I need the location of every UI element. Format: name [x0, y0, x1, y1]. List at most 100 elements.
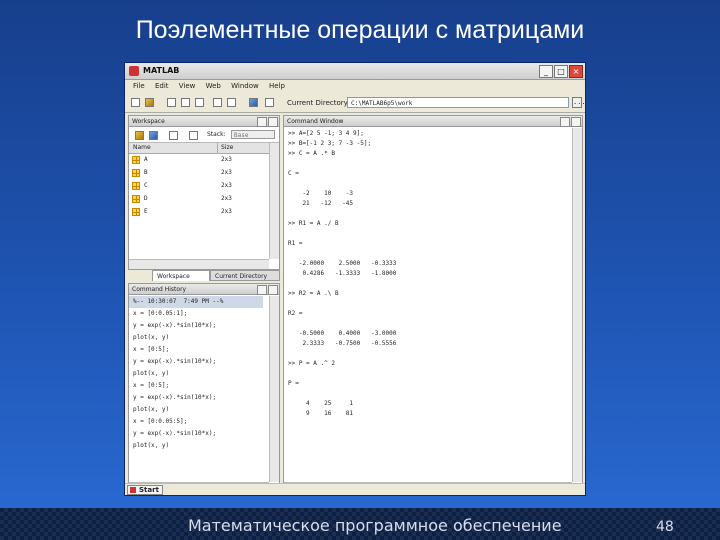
- command-window-scrollbar[interactable]: [572, 128, 582, 482]
- command-line[interactable]: P =: [288, 379, 299, 389]
- toolbar: Current Directory: C:\MATLAB6p5\work ...: [125, 94, 585, 113]
- menu-window[interactable]: Window: [231, 82, 259, 90]
- command-line[interactable]: 0.4286 -1.3333 -1.8000: [288, 269, 396, 279]
- tab-workspace[interactable]: Workspace: [152, 270, 210, 281]
- cut-icon[interactable]: [167, 98, 176, 107]
- command-line[interactable]: -2 10 -3: [288, 189, 353, 199]
- history-entry[interactable]: x = [0:0.05:1];: [133, 308, 187, 320]
- matrix-icon: [132, 156, 140, 164]
- name-column-header[interactable]: Name: [133, 143, 151, 153]
- tab-current-directory[interactable]: Current Directory: [210, 270, 280, 281]
- menu-web[interactable]: Web: [206, 82, 221, 90]
- history-entry[interactable]: plot(x, y): [133, 404, 169, 416]
- help-icon[interactable]: [265, 98, 274, 107]
- print-icon[interactable]: [169, 131, 178, 140]
- history-entry[interactable]: %-- 10:30:07 7:49 PM --%: [129, 296, 263, 308]
- panel-close-icon[interactable]: [268, 285, 278, 295]
- history-entry[interactable]: plot(x, y): [133, 332, 169, 344]
- stack-select[interactable]: Base: [231, 130, 275, 139]
- close-button[interactable]: ×: [569, 65, 583, 78]
- title-bar[interactable]: MATLAB _ □ ×: [125, 63, 585, 80]
- panel-close-icon[interactable]: [268, 117, 278, 127]
- undo-icon[interactable]: [213, 98, 222, 107]
- history-entry[interactable]: x = [0:5];: [133, 344, 169, 356]
- workspace-scrollbar[interactable]: [269, 143, 279, 259]
- copy-icon[interactable]: [181, 98, 190, 107]
- workspace-row[interactable]: B 2x3: [129, 167, 269, 179]
- command-line[interactable]: >> B=[-1 2 3; 7 -3 -5];: [288, 139, 371, 149]
- current-directory-field[interactable]: C:\MATLAB6p5\work: [347, 97, 569, 108]
- footer-text: Математическое программное обеспечение: [188, 516, 562, 535]
- command-line[interactable]: C =: [288, 169, 299, 179]
- command-line[interactable]: >> A=[2 5 -1; 3 4 9];: [288, 129, 364, 139]
- workspace-tabs: Workspace Current Directory: [128, 270, 280, 282]
- matlab-start-icon: [130, 487, 136, 493]
- new-file-icon[interactable]: [131, 98, 140, 107]
- command-line[interactable]: -0.5000 0.4000 -3.0000: [288, 329, 397, 339]
- matrix-icon: [132, 182, 140, 190]
- command-line[interactable]: >> R2 = A .\ B: [288, 289, 339, 299]
- redo-icon[interactable]: [227, 98, 236, 107]
- history-entry[interactable]: y = exp(-x).*sin(10*x);: [133, 428, 216, 440]
- matlab-logo-icon: [129, 66, 139, 76]
- command-line[interactable]: >> P = A .^ 2: [288, 359, 335, 369]
- workspace-hscrollbar[interactable]: [129, 259, 269, 269]
- matrix-icon: [132, 169, 140, 177]
- menu-edit[interactable]: Edit: [155, 82, 169, 90]
- command-line[interactable]: -2.0000 2.5000 -0.3333: [288, 259, 397, 269]
- variable-name: A: [144, 156, 148, 163]
- open-file-icon[interactable]: [145, 98, 154, 107]
- variable-name: D: [144, 195, 148, 202]
- menu-help[interactable]: Help: [269, 82, 285, 90]
- simulink-icon[interactable]: [249, 98, 258, 107]
- variable-size: 2x3: [221, 208, 232, 215]
- history-entry[interactable]: x = [0:5];: [133, 380, 169, 392]
- matrix-icon: [132, 208, 140, 216]
- command-line[interactable]: 9 16 81: [288, 409, 353, 419]
- save-icon[interactable]: [149, 131, 158, 140]
- stack-label: Stack:: [207, 131, 226, 138]
- command-line[interactable]: 21 -12 -45: [288, 199, 353, 209]
- menu-file[interactable]: File: [133, 82, 145, 90]
- history-entry[interactable]: y = exp(-x).*sin(10*x);: [133, 320, 216, 332]
- variable-size: 2x3: [221, 169, 232, 176]
- undock-icon[interactable]: [257, 117, 267, 127]
- menu-view[interactable]: View: [179, 82, 196, 90]
- workspace-row[interactable]: C 2x3: [129, 180, 269, 192]
- paste-icon[interactable]: [195, 98, 204, 107]
- maximize-button[interactable]: □: [554, 65, 568, 78]
- variable-size: 2x3: [221, 156, 232, 163]
- panel-close-icon[interactable]: [571, 117, 581, 127]
- undock-icon[interactable]: [560, 117, 570, 127]
- workspace-toolbar: Stack: Base: [129, 128, 279, 143]
- history-scrollbar[interactable]: [269, 296, 279, 482]
- command-line[interactable]: R2 =: [288, 309, 302, 319]
- open-var-icon[interactable]: [135, 131, 144, 140]
- status-bar: Start: [125, 483, 585, 495]
- command-line[interactable]: >> R1 = A ./ B: [288, 219, 339, 229]
- matlab-window: MATLAB _ □ × File Edit View Web Window H…: [124, 62, 586, 496]
- browse-directory-button[interactable]: ...: [572, 97, 585, 108]
- size-column-header[interactable]: Size: [217, 143, 233, 153]
- history-entry[interactable]: y = exp(-x).*sin(10*x);: [133, 392, 216, 404]
- current-directory-label: Current Directory:: [287, 99, 350, 107]
- command-line[interactable]: 4 25 1: [288, 399, 353, 409]
- history-entry[interactable]: plot(x, y): [133, 440, 169, 452]
- start-button[interactable]: Start: [127, 485, 163, 495]
- history-entry[interactable]: plot(x, y): [133, 368, 169, 380]
- workspace-panel: Workspace Stack: Base Name Size A 2x3 B …: [128, 115, 280, 270]
- variable-name: C: [144, 182, 148, 189]
- undock-icon[interactable]: [257, 285, 267, 295]
- slide-footer: Математическое программное обеспечение 4…: [0, 508, 720, 540]
- variable-size: 2x3: [221, 195, 232, 202]
- workspace-row[interactable]: E 2x3: [129, 206, 269, 218]
- workspace-row[interactable]: A 2x3: [129, 154, 269, 166]
- minimize-button[interactable]: _: [539, 65, 553, 78]
- command-line[interactable]: >> C = A .* B: [288, 149, 335, 159]
- workspace-row[interactable]: D 2x3: [129, 193, 269, 205]
- history-entry[interactable]: x = [0:0.05:5];: [133, 416, 187, 428]
- delete-icon[interactable]: [189, 131, 198, 140]
- history-entry[interactable]: y = exp(-x).*sin(10*x);: [133, 356, 216, 368]
- command-line[interactable]: 2.3333 -0.7500 -0.5556: [288, 339, 396, 349]
- command-line[interactable]: R1 =: [288, 239, 302, 249]
